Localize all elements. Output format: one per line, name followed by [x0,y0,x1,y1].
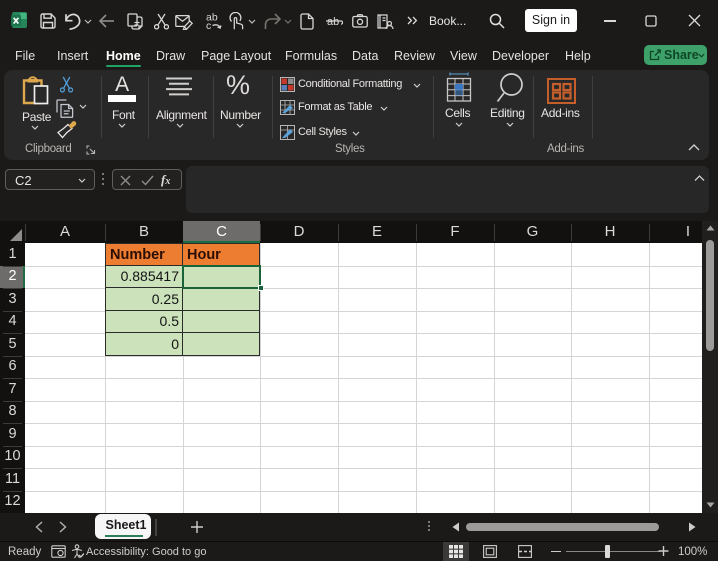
svg-text:ab: ab [327,16,339,28]
svg-text:c: c [206,20,211,30]
